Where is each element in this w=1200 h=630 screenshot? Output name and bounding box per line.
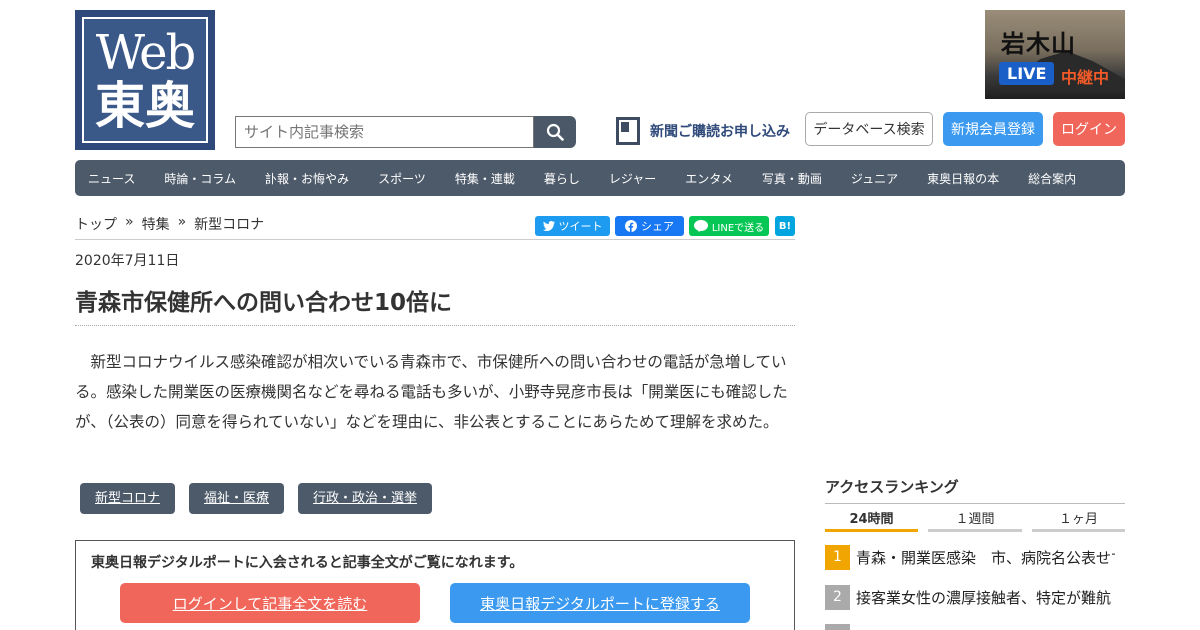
login-button[interactable]: ログイン [1053, 112, 1125, 146]
article-date: 2020年7月11日 [75, 253, 180, 269]
ranking-tab-24h[interactable]: 24時間 [825, 508, 918, 532]
rank-number: 2 [825, 584, 850, 610]
nav-item-living[interactable]: 暮らし [544, 170, 580, 187]
nav-item-news[interactable]: ニュース [88, 170, 135, 187]
search-button[interactable] [534, 116, 576, 148]
search-input[interactable] [235, 116, 534, 148]
live-camera-banner[interactable]: 岩木山 LIVE 中継中 [985, 10, 1125, 99]
ranking-tab-week[interactable]: １週間 [928, 508, 1022, 532]
paywall-box: 東奥日報デジタルポートに入会されると記事全文がご覧になれます。 ログインして記事… [75, 540, 795, 630]
site-logo[interactable]: Web 東奥 [75, 10, 215, 150]
search-icon [546, 123, 564, 141]
login-to-read-button[interactable]: ログインして記事全文を読む [120, 583, 420, 623]
breadcrumb-item-features[interactable]: 特集 [142, 214, 170, 234]
subscribe-link[interactable]: 新聞ご購読お申し込み [616, 117, 790, 145]
ranking-item[interactable]: 1 青森・開業医感染 市、病院名公表せず [825, 544, 1115, 570]
line-label: LINEで送る [711, 222, 765, 234]
rank-headline: 接客業女性の濃厚接触者、特定が難航 [856, 588, 1112, 607]
subscribe-label: 新聞ご購読お申し込み [650, 124, 790, 140]
main-nav: ニュース 時論・コラム 訃報・お悔やみ スポーツ 特集・連載 暮らし レジャー … [75, 160, 1125, 196]
live-badge: LIVE [999, 62, 1055, 85]
rank-number: 1 [825, 544, 850, 570]
title-divider [75, 325, 795, 326]
tweet-button[interactable]: ツイート [535, 216, 610, 236]
rank-number-partial [825, 624, 850, 630]
article-title: 青森市保健所への問い合わせ10倍に [75, 290, 453, 316]
tag-welfare-medical[interactable]: 福祉・医療 [189, 483, 285, 514]
nav-item-features[interactable]: 特集・連載 [455, 170, 515, 187]
breadcrumb-item-top[interactable]: トップ [75, 214, 117, 234]
ranking-item[interactable]: 2 接客業女性の濃厚接触者、特定が難航 [825, 584, 1115, 610]
logo-text-ja: 東奥 [95, 76, 195, 135]
live-title: 岩木山 [1001, 29, 1076, 58]
paywall-message: 東奥日報デジタルポートに入会されると記事全文がご覧になれます。 [91, 555, 524, 571]
logo-text-web: Web [95, 25, 197, 81]
facebook-label: シェア [641, 220, 674, 233]
tag-politics[interactable]: 行政・政治・選挙 [298, 483, 433, 514]
register-button[interactable]: 新規会員登録 [943, 112, 1043, 146]
line-share-button[interactable]: LINEで送る [689, 216, 769, 236]
newspaper-icon [616, 117, 640, 145]
breadcrumb-item-covid[interactable]: 新型コロナ [194, 214, 264, 234]
breadcrumb-separator: » [125, 214, 134, 230]
facebook-share-button[interactable]: シェア [615, 216, 684, 236]
rank-headline: 青森・開業医感染 市、病院名公表せず [856, 548, 1115, 567]
nav-item-sports[interactable]: スポーツ [378, 170, 426, 187]
nav-item-guide[interactable]: 総合案内 [1028, 170, 1076, 187]
tag-covid[interactable]: 新型コロナ [80, 483, 176, 514]
database-search-button[interactable]: データベース検索 [805, 112, 933, 146]
line-icon [693, 220, 708, 232]
live-relay-label: 中継中 [1061, 68, 1110, 87]
nav-item-junior[interactable]: ジュニア [851, 170, 898, 187]
breadcrumb-separator: » [177, 214, 187, 230]
nav-item-obituary[interactable]: 訃報・お悔やみ [265, 170, 349, 187]
ranking-tab-month[interactable]: １ヶ月 [1032, 508, 1125, 532]
article-tags: 新型コロナ 福祉・医療 行政・政治・選挙 [80, 483, 433, 514]
ranking-divider [825, 503, 1125, 504]
article-body: 新型コロナウイルス感染確認が相次いでいる青森市で、市保健所への問い合わせの電話が… [75, 353, 788, 431]
nav-item-entertainment[interactable]: エンタメ [685, 170, 733, 187]
twitter-bird-icon [542, 221, 555, 231]
ranking-title: アクセスランキング [825, 478, 959, 496]
tweet-label: ツイート [558, 220, 603, 233]
hatena-bookmark-button[interactable]: B! [775, 216, 795, 236]
nav-item-leisure[interactable]: レジャー [609, 170, 656, 187]
breadcrumb-divider [75, 239, 795, 240]
breadcrumb: トップ » 特集 » 新型コロナ [75, 214, 264, 234]
facebook-icon [625, 220, 637, 232]
nav-item-column[interactable]: 時論・コラム [164, 170, 236, 187]
nav-item-photo-video[interactable]: 写真・動画 [762, 170, 822, 187]
nav-item-books[interactable]: 東奥日報の本 [927, 170, 999, 187]
register-digital-port-button[interactable]: 東奥日報デジタルポートに登録する [450, 583, 750, 623]
